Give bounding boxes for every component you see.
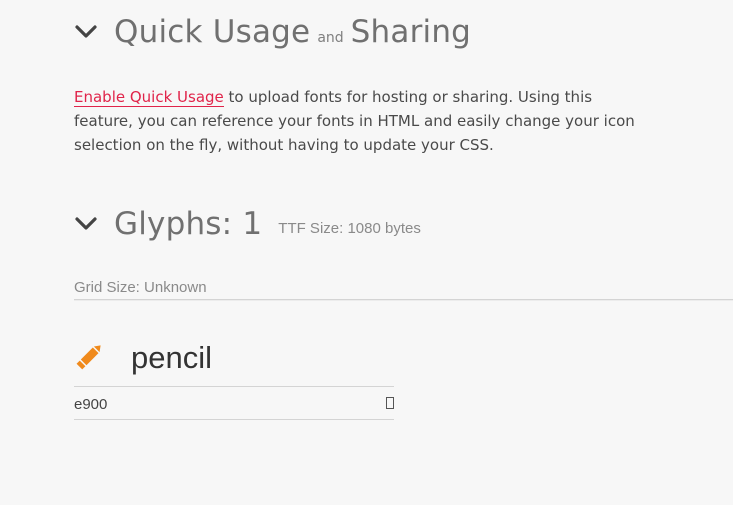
divider [74, 419, 394, 420]
quick-usage-section-header[interactable]: Quick Usage and Sharing [74, 14, 471, 50]
quick-usage-title: Quick Usage [114, 14, 311, 50]
enable-quick-usage-link[interactable]: Enable Quick Usage [74, 88, 224, 107]
grid-size-label: Grid Size: Unknown [74, 279, 207, 296]
glyph-name: pencil [131, 340, 212, 375]
sharing-title: Sharing [350, 14, 472, 50]
divider [74, 386, 394, 387]
glyphs-title: Glyphs: 1 [114, 206, 263, 242]
quick-usage-title-and: and [317, 30, 344, 46]
glyphs-section-header[interactable]: Glyphs: 1 TTF Size: 1080 bytes [74, 206, 421, 242]
glyph-code: e900 [74, 396, 108, 413]
chevron-down-icon[interactable] [74, 212, 98, 236]
quick-usage-description: Enable Quick Usage to upload fonts for h… [74, 85, 654, 157]
chevron-down-icon[interactable] [74, 20, 98, 44]
ttf-size-label: TTF Size: 1080 bytes [278, 219, 421, 237]
glyph-card[interactable]: pencil e900 [74, 336, 394, 422]
divider [74, 299, 733, 301]
pencil-icon[interactable] [74, 340, 106, 372]
glyph-char-preview[interactable] [386, 397, 394, 409]
